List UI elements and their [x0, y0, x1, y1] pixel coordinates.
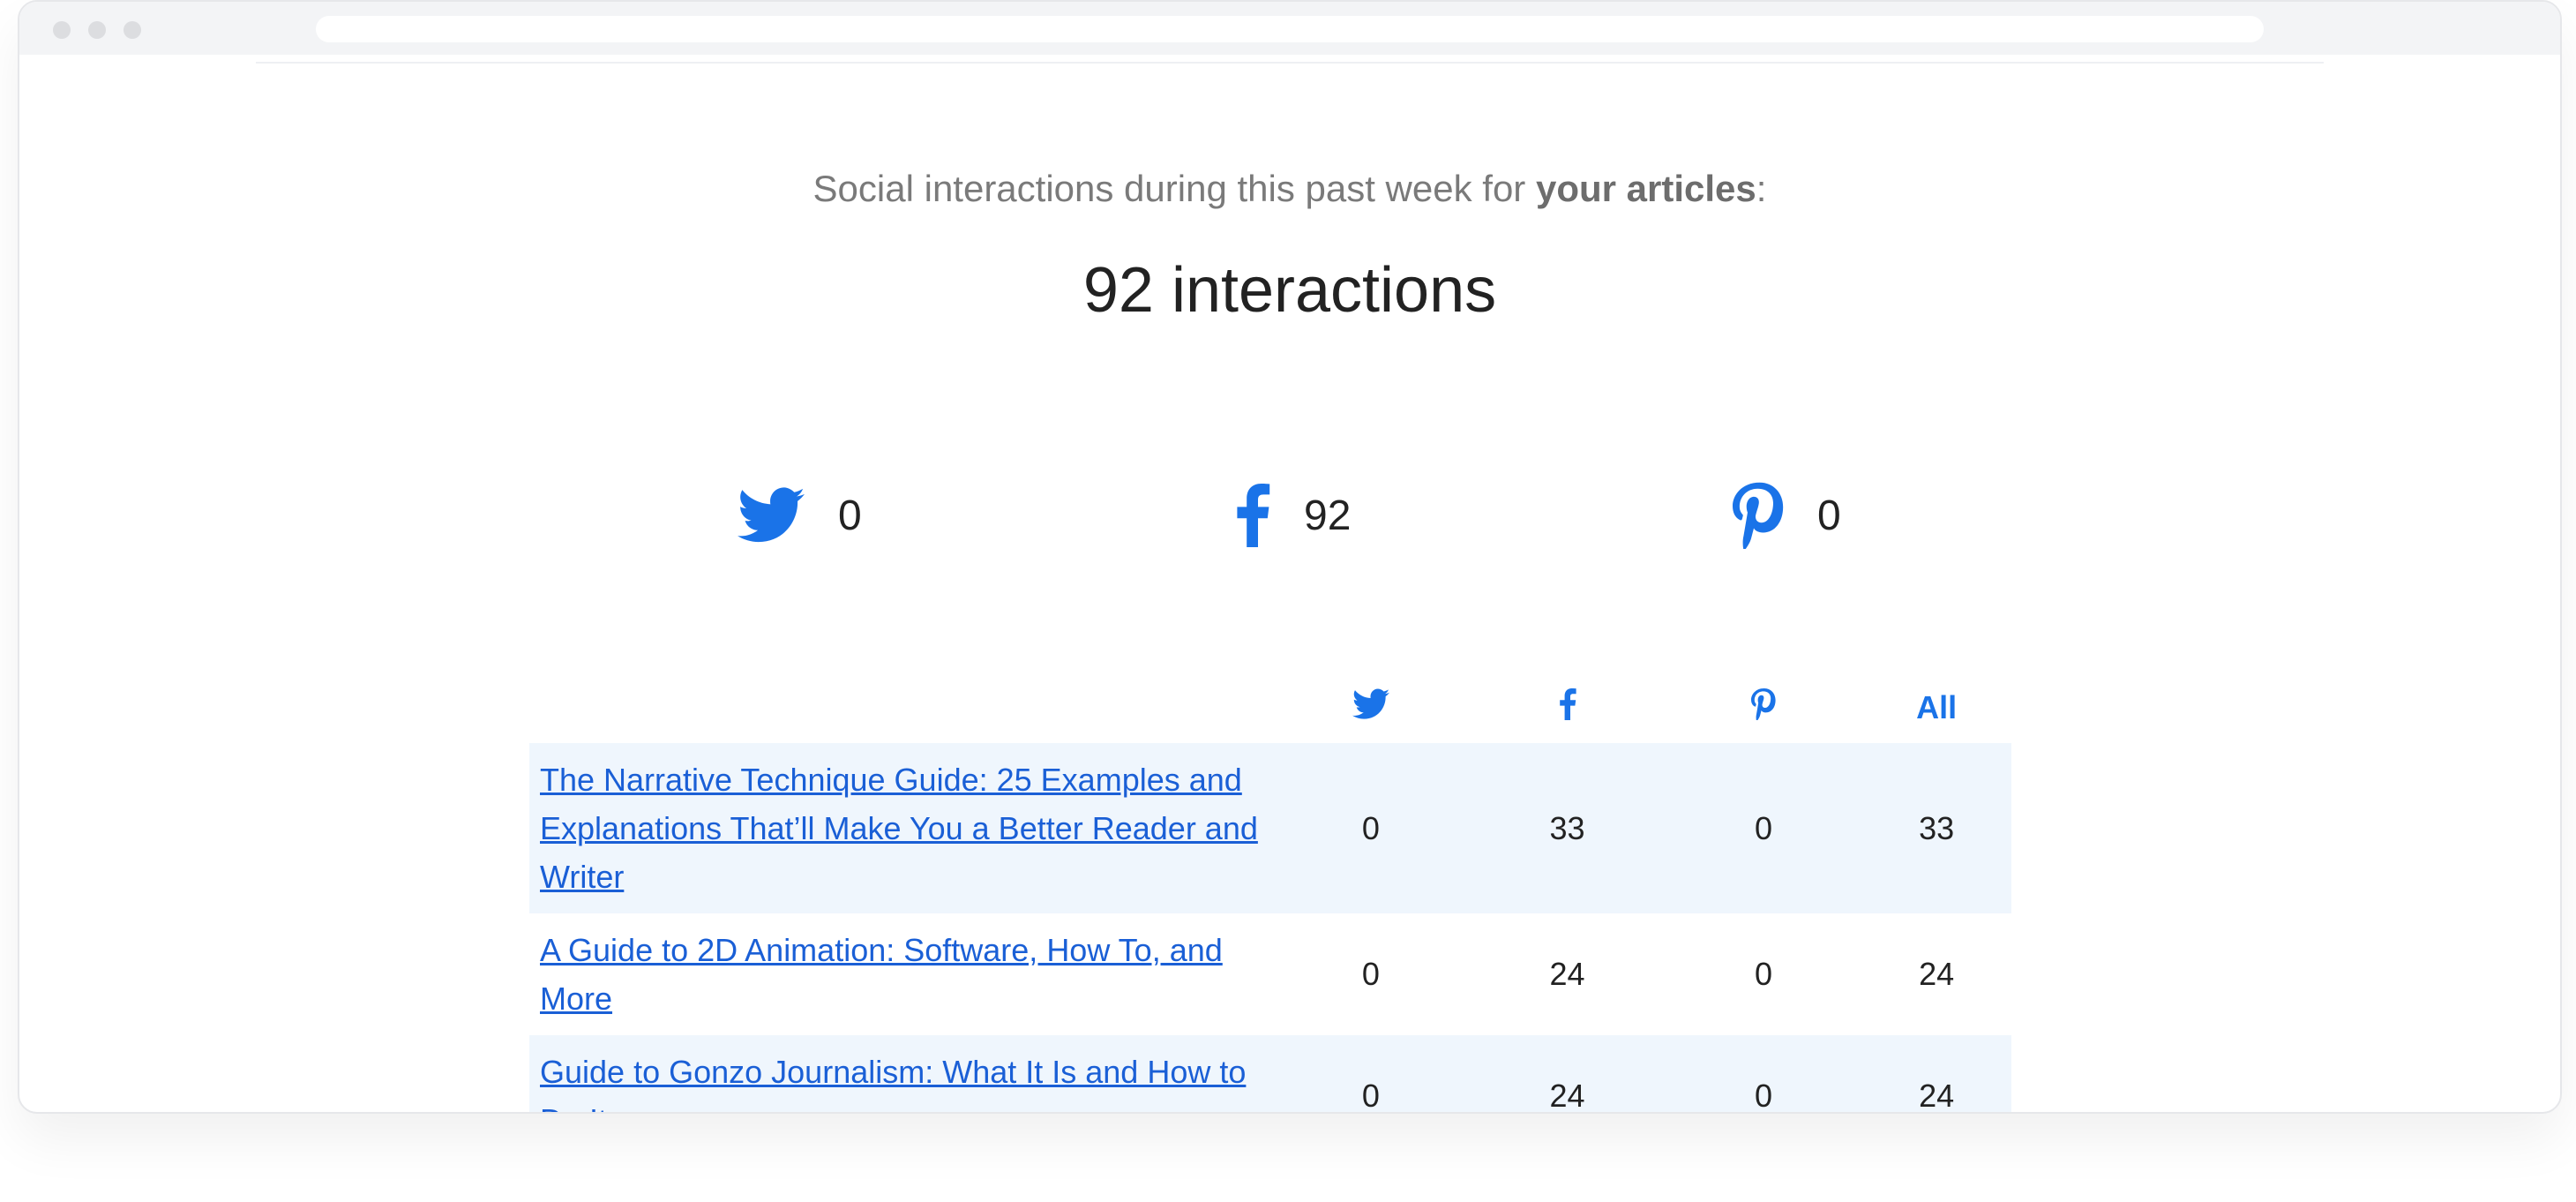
twitter-summary: 0	[738, 478, 862, 552]
intro-bold: your articles	[1535, 168, 1756, 209]
screenshot-stage: Social interactions during this past wee…	[0, 0, 2576, 1202]
pinterest-summary: 0	[1733, 478, 1841, 552]
facebook-icon	[1559, 687, 1576, 720]
pinterest-count: 0	[1755, 956, 1773, 992]
header-facebook	[1469, 672, 1666, 743]
twitter-icon	[738, 487, 805, 544]
all-count: 24	[1861, 1035, 2011, 1112]
article-link[interactable]: A Guide to 2D Animation: Software, How T…	[540, 932, 1223, 1017]
facebook-icon	[1235, 484, 1270, 547]
intro-prefix: Social interactions during this past wee…	[812, 168, 1536, 209]
minimize-dot[interactable]	[88, 21, 106, 39]
header-pinterest	[1666, 672, 1861, 743]
articles-table: All The Narrative Technique Guide: 25 Ex…	[529, 672, 2011, 1112]
facebook-summary: 92	[1235, 478, 1351, 552]
total-interactions: 92 interactions	[1082, 255, 1497, 326]
article-title-cell: The Narrative Technique Guide: 25 Exampl…	[529, 743, 1273, 913]
twitter-icon	[1352, 688, 1389, 720]
facebook-count: 24	[1469, 1035, 1666, 1112]
facebook-count: 24	[1549, 956, 1585, 992]
facebook-count: 33	[1469, 743, 1666, 913]
all-count: 33	[1861, 743, 2011, 913]
pinterest-count: 0	[1665, 1035, 1862, 1112]
header-all: All	[1916, 689, 1958, 725]
header-twitter	[1273, 672, 1470, 743]
title-bar	[19, 2, 2560, 55]
header-article	[529, 672, 1273, 743]
twitter-count: 0	[1361, 956, 1380, 992]
facebook-total: 92	[1304, 492, 1352, 539]
table-header: All	[529, 672, 2011, 743]
pinterest-icon	[1751, 687, 1776, 720]
intro-text: Social interactions during this past wee…	[19, 168, 2560, 210]
article-title-cell: A Guide to 2D Animation: Software, How T…	[529, 913, 1273, 1035]
browser-window: Social interactions during this past wee…	[18, 0, 2562, 1114]
all-count: 24	[1919, 956, 1955, 992]
pinterest-icon	[1733, 482, 1784, 549]
article-title-cell: Guide to Gonzo Journalism: What It Is an…	[529, 1035, 1273, 1112]
twitter-count: 0	[1272, 1035, 1470, 1112]
table-row: Guide to Gonzo Journalism: What It Is an…	[529, 1035, 2011, 1112]
intro-suffix: :	[1756, 168, 1767, 209]
pinterest-total: 0	[1817, 492, 1841, 539]
table-row: The Narrative Technique Guide: 25 Exampl…	[529, 743, 2011, 913]
article-link[interactable]: Guide to Gonzo Journalism: What It Is an…	[540, 1054, 1246, 1112]
twitter-count: 0	[1272, 743, 1470, 913]
zoom-dot[interactable]	[124, 21, 141, 39]
table-row: A Guide to 2D Animation: Software, How T…	[529, 913, 2011, 1035]
pinterest-count: 0	[1665, 743, 1862, 913]
article-link[interactable]: The Narrative Technique Guide: 25 Exampl…	[540, 762, 1258, 895]
twitter-total: 0	[838, 492, 862, 539]
header-divider	[256, 62, 2324, 64]
address-bar[interactable]	[316, 16, 2264, 42]
close-dot[interactable]	[53, 21, 71, 39]
